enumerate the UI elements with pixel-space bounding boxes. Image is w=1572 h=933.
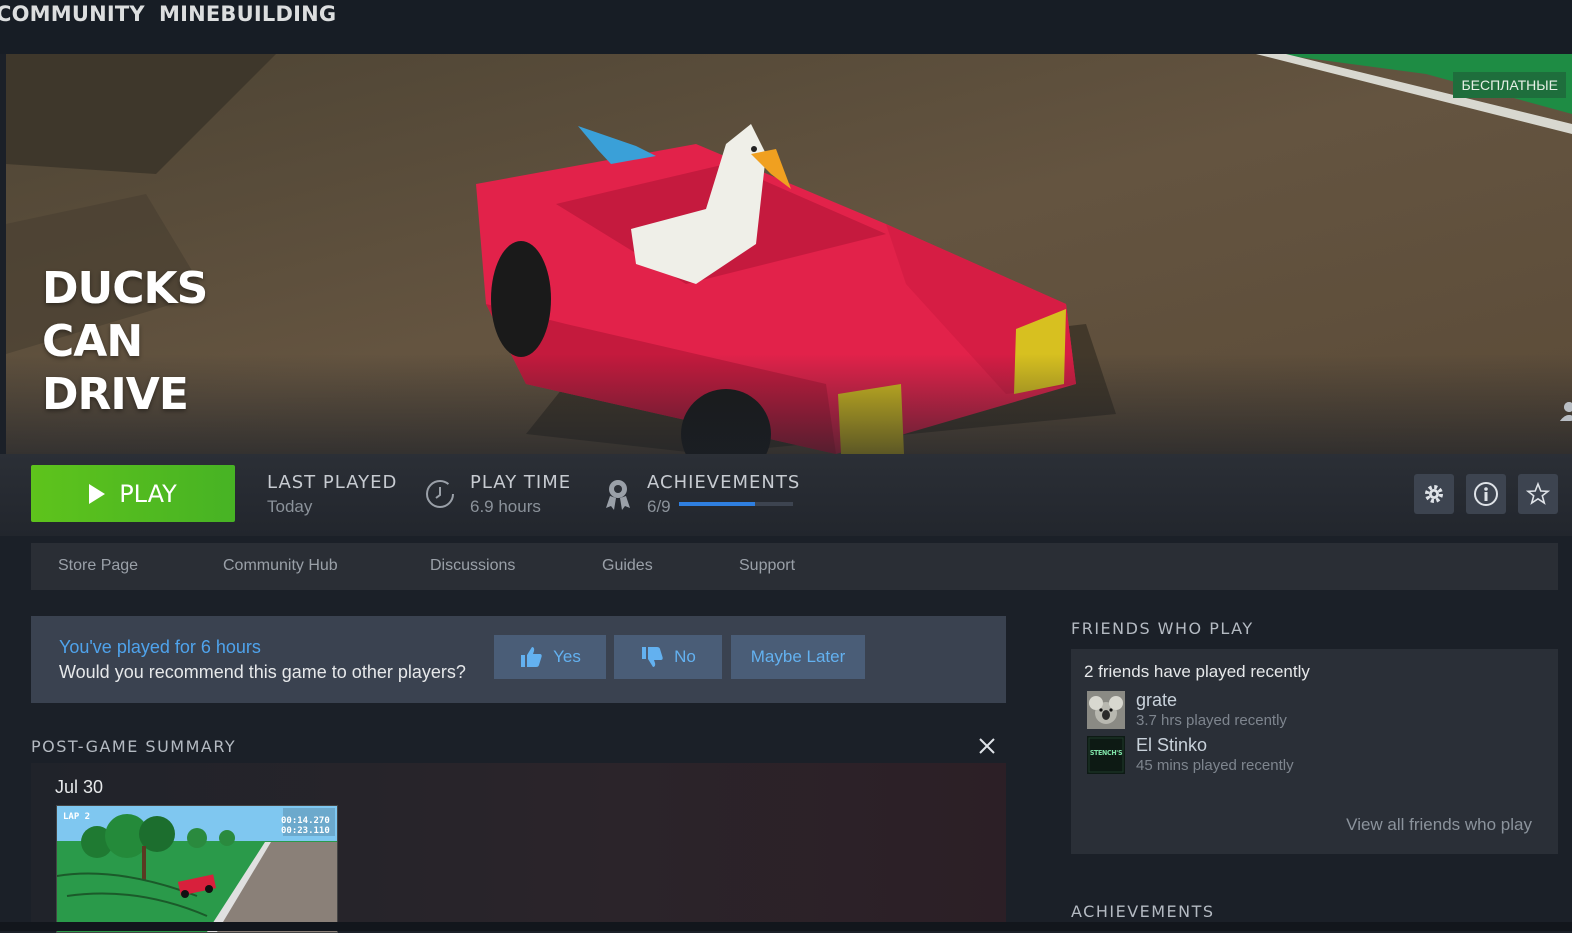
gear-icon (1425, 485, 1443, 503)
play-label: PLAY (119, 479, 177, 508)
achievements-stat: ACHIEVEMENTS 6/9 (647, 472, 800, 517)
action-bar: PLAY LAST PLAYED Today PLAY TIME 6.9 hou… (0, 454, 1572, 536)
tab-discussions[interactable]: Discussions (430, 557, 515, 575)
post-game-panel: Jul 30 LAP 2 00:14.270 00:23.110 (31, 763, 1006, 933)
top-nav: COMMUNITY MINEBUILDING (0, 0, 1572, 54)
recommend-later-button[interactable]: Maybe Later (731, 635, 865, 679)
close-icon[interactable] (977, 736, 997, 756)
star-icon (1526, 482, 1550, 505)
thumbs-up-icon (521, 647, 542, 667)
post-game-screenshot[interactable]: LAP 2 00:14.270 00:23.110 (56, 805, 338, 933)
screenshot-time-1: 00:14.270 (281, 816, 330, 826)
avatar-text: STENCH'S (1089, 749, 1123, 757)
tab-support[interactable]: Support (739, 557, 795, 575)
avatar (1087, 691, 1125, 729)
friend-playtime: 3.7 hrs played recently (1136, 712, 1287, 729)
game-hero-banner: DUCKS CAN DRIVE БЕСПЛАТНЫЕ (6, 54, 1572, 454)
achievement-icon (606, 480, 630, 510)
thumbs-down-icon (642, 647, 663, 667)
settings-button[interactable] (1414, 474, 1454, 514)
friends-count: 2 friends have played recently (1084, 662, 1310, 681)
friend-item[interactable]: grate 3.7 hrs played recently (1087, 690, 1507, 730)
info-icon (1474, 482, 1498, 506)
game-tabs: Store Page Community Hub Discussions Gui… (31, 543, 1558, 590)
last-played-stat: LAST PLAYED Today (267, 472, 397, 517)
game-title: DUCKS CAN DRIVE (42, 262, 208, 421)
achievements-value: 6/9 (647, 497, 671, 516)
avatar: STENCH'S (1087, 736, 1125, 774)
game-title-line: DRIVE (42, 369, 189, 420)
game-title-line: DUCKS (42, 263, 208, 314)
friend-name: grate (1136, 690, 1178, 710)
clock-icon (426, 480, 454, 508)
achievements-progress-fill (679, 502, 756, 506)
recommend-panel: You've played for 6 hours Would you reco… (31, 616, 1006, 703)
played-hours-text: You've played for 6 hours (59, 637, 261, 657)
friend-name: El Stinko (1136, 735, 1208, 755)
post-game-date: Jul 30 (55, 777, 104, 797)
friends-panel: 2 friends have played recently grate 3.7… (1071, 649, 1558, 854)
friend-playtime: 45 mins played recently (1136, 757, 1294, 774)
play-button[interactable]: PLAY (31, 465, 235, 522)
tab-store-page[interactable]: Store Page (58, 557, 138, 575)
recommend-no-button[interactable]: No (614, 635, 722, 679)
window-bottom-edge (0, 922, 1572, 931)
achievements-label: ACHIEVEMENTS (647, 472, 801, 493)
play-time-stat: PLAY TIME 6.9 hours (470, 472, 571, 517)
screenshot-times: 00:14.270 00:23.110 (281, 816, 330, 836)
recommend-later-label: Maybe Later (750, 647, 846, 666)
friends-title: FRIENDS WHO PLAY (1071, 619, 1254, 638)
achievements-section-title: ACHIEVEMENTS (1071, 902, 1215, 921)
play-time-value: 6.9 hours (470, 497, 541, 516)
koala-avatar-icon (1087, 691, 1125, 729)
tab-community-hub[interactable]: Community Hub (223, 557, 338, 575)
friend-item[interactable]: STENCH'S El Stinko 45 mins played recent… (1087, 735, 1507, 775)
info-button[interactable] (1466, 474, 1506, 514)
tab-guides[interactable]: Guides (602, 557, 653, 575)
nav-community[interactable]: COMMUNITY (0, 2, 145, 26)
recommend-question: Would you recommend this game to other p… (59, 662, 466, 682)
nav-username[interactable]: MINEBUILDING (159, 2, 336, 26)
view-all-friends-link[interactable]: View all friends who play (1346, 815, 1532, 835)
play-time-label: PLAY TIME (470, 472, 572, 493)
play-icon (89, 483, 106, 504)
free-badge: БЕСПЛАТНЫЕ (1453, 72, 1566, 98)
game-title-line: CAN (42, 316, 143, 367)
achievements-progress-bar (679, 502, 793, 506)
last-played-label: LAST PLAYED (267, 472, 398, 493)
screenshot-lap: LAP 2 (63, 812, 91, 822)
friends-icon[interactable] (1558, 400, 1572, 422)
post-game-title: POST-GAME SUMMARY (31, 737, 237, 756)
favorite-button[interactable] (1518, 474, 1558, 514)
recommend-yes-label: Yes (553, 647, 581, 666)
last-played-value: Today (267, 497, 313, 516)
screenshot-time-2: 00:23.110 (281, 826, 330, 836)
hero-artwork (6, 54, 1572, 454)
recommend-yes-button[interactable]: Yes (494, 635, 606, 679)
recommend-no-label: No (674, 647, 696, 666)
